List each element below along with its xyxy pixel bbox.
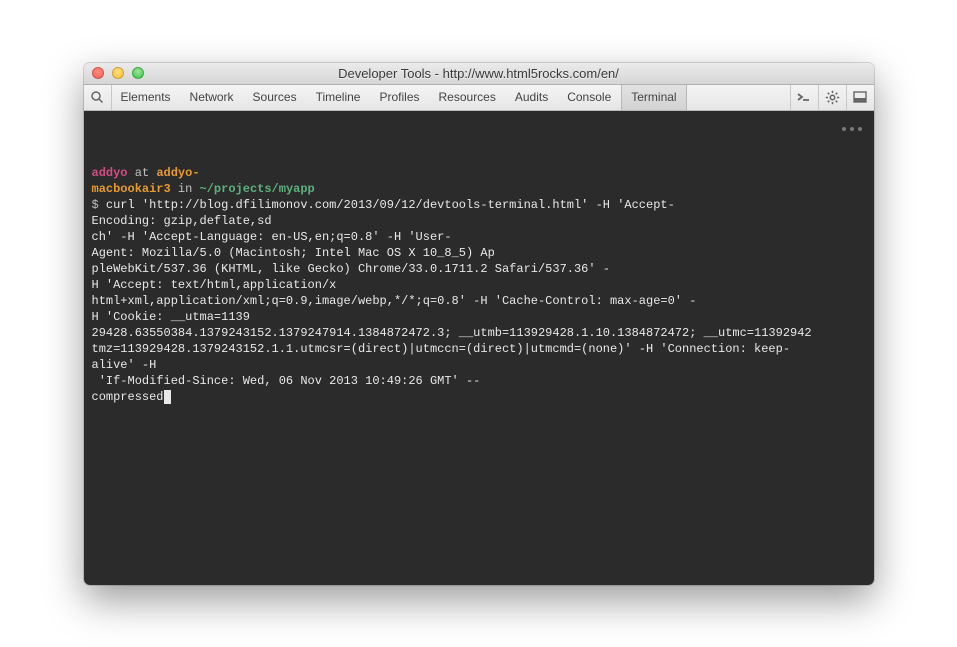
tab-terminal[interactable]: Terminal <box>621 85 686 110</box>
prompt-path: ~/projects/myapp <box>200 182 315 196</box>
toolbar-right <box>790 85 874 110</box>
tabs: ElementsNetworkSourcesTimelineProfilesRe… <box>112 85 790 110</box>
terminal-panel[interactable]: addyo at addyo- macbookair3 in ~/project… <box>84 111 874 585</box>
prompt-host: addyo- <box>156 166 199 180</box>
prompt-symbol: $ <box>92 198 106 212</box>
prompt-in: in <box>171 182 200 196</box>
gear-icon[interactable] <box>818 85 846 110</box>
tab-network[interactable]: Network <box>181 85 244 110</box>
tab-elements[interactable]: Elements <box>112 85 181 110</box>
toolbar: ElementsNetworkSourcesTimelineProfilesRe… <box>84 85 874 111</box>
traffic-lights <box>84 67 144 79</box>
minimize-button[interactable] <box>112 67 124 79</box>
tab-resources[interactable]: Resources <box>430 85 506 110</box>
tab-audits[interactable]: Audits <box>506 85 558 110</box>
prompt-user: addyo <box>92 166 128 180</box>
zoom-button[interactable] <box>132 67 144 79</box>
close-button[interactable] <box>92 67 104 79</box>
terminal-command: curl 'http://blog.dfilimonov.com/2013/09… <box>92 198 812 404</box>
tab-sources[interactable]: Sources <box>244 85 307 110</box>
search-icon[interactable] <box>84 85 112 110</box>
cursor <box>164 390 171 404</box>
titlebar: Developer Tools - http://www.html5rocks.… <box>84 63 874 85</box>
window-title: Developer Tools - http://www.html5rocks.… <box>84 66 874 81</box>
terminal-content: addyo at addyo- macbookair3 in ~/project… <box>92 165 866 405</box>
dock-icon[interactable] <box>846 85 874 110</box>
tab-console[interactable]: Console <box>558 85 621 110</box>
devtools-window: Developer Tools - http://www.html5rocks.… <box>84 63 874 585</box>
tab-timeline[interactable]: Timeline <box>307 85 371 110</box>
prompt-host2: macbookair3 <box>92 182 171 196</box>
console-toggle-icon[interactable] <box>790 85 818 110</box>
tab-profiles[interactable]: Profiles <box>370 85 429 110</box>
prompt-at: at <box>128 166 157 180</box>
overflow-menu-icon[interactable] <box>842 127 862 131</box>
